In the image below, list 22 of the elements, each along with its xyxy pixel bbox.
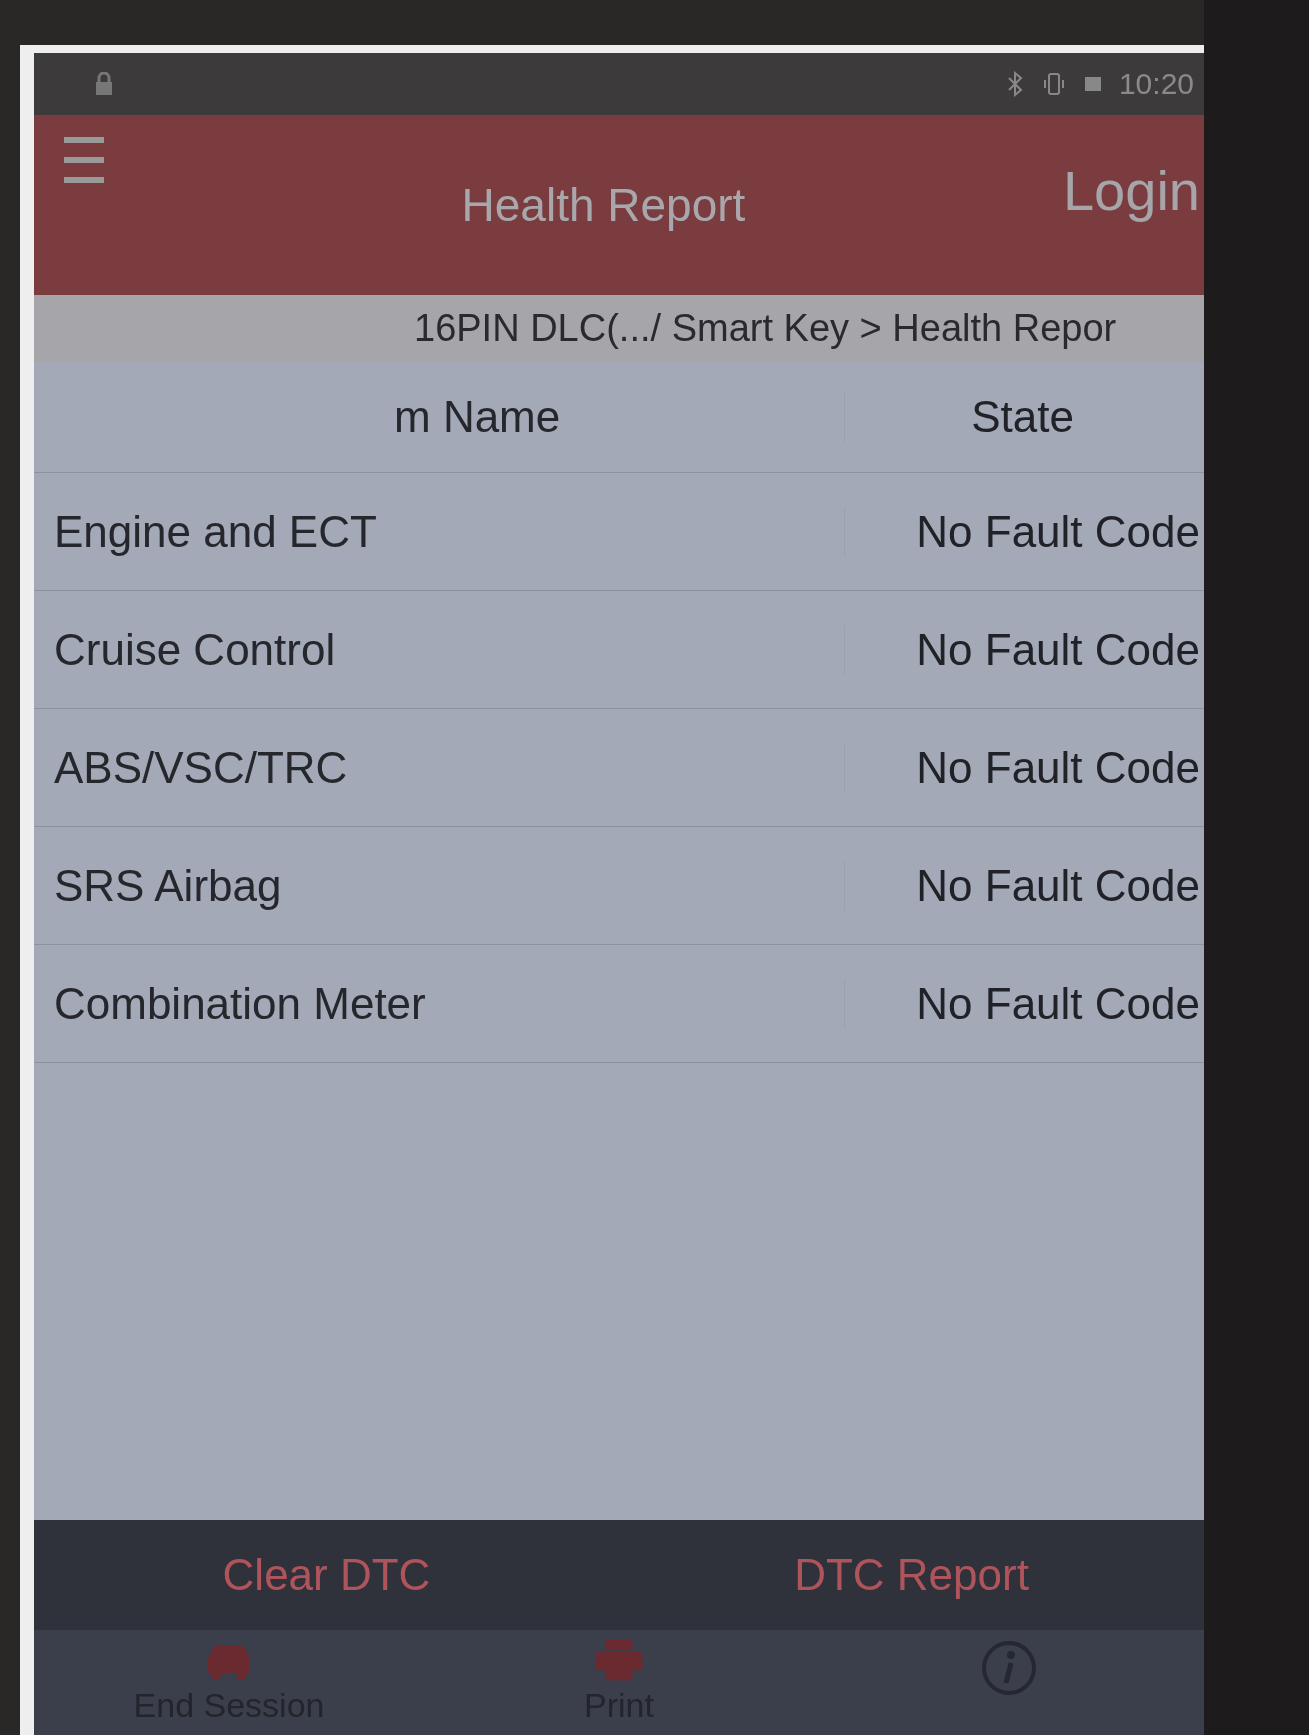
system-name-cell: Combination Meter <box>34 978 845 1029</box>
clock-time: 10:20 <box>1118 67 1194 101</box>
state-cell-text: No Fault Code <box>915 742 1201 793</box>
page-title: Health Report <box>460 178 747 232</box>
system-name-cell: Cruise Control <box>34 624 845 675</box>
info-icon <box>981 1640 1037 1696</box>
system-name-cell: ABS/VSC/TRC <box>34 742 845 793</box>
state-cell-text: No Fault Code <box>915 978 1201 1029</box>
lock-icon <box>94 72 114 96</box>
column-header: m Name <box>34 392 845 442</box>
state-cell-text: No Fault Code <box>915 860 1201 911</box>
column-header: State <box>970 392 1075 442</box>
system-name-cell: Engine and ECT <box>34 506 845 557</box>
login-button[interactable]: Login <box>1062 157 1204 223</box>
bluetooth-icon <box>1006 71 1023 97</box>
battery-icon <box>1084 77 1101 91</box>
state-cell-text: No Fault Code <box>915 624 1201 675</box>
system-name-cell: SRS Airbag <box>34 860 845 911</box>
action-button[interactable]: DTC Report <box>619 1520 1204 1630</box>
breadcrumb: 16PIN DLC(.../ Smart Key > Health Repor <box>34 295 1204 362</box>
action-button[interactable]: Clear DTC <box>34 1520 619 1630</box>
state-cell-text: No Fault Code <box>915 506 1201 557</box>
